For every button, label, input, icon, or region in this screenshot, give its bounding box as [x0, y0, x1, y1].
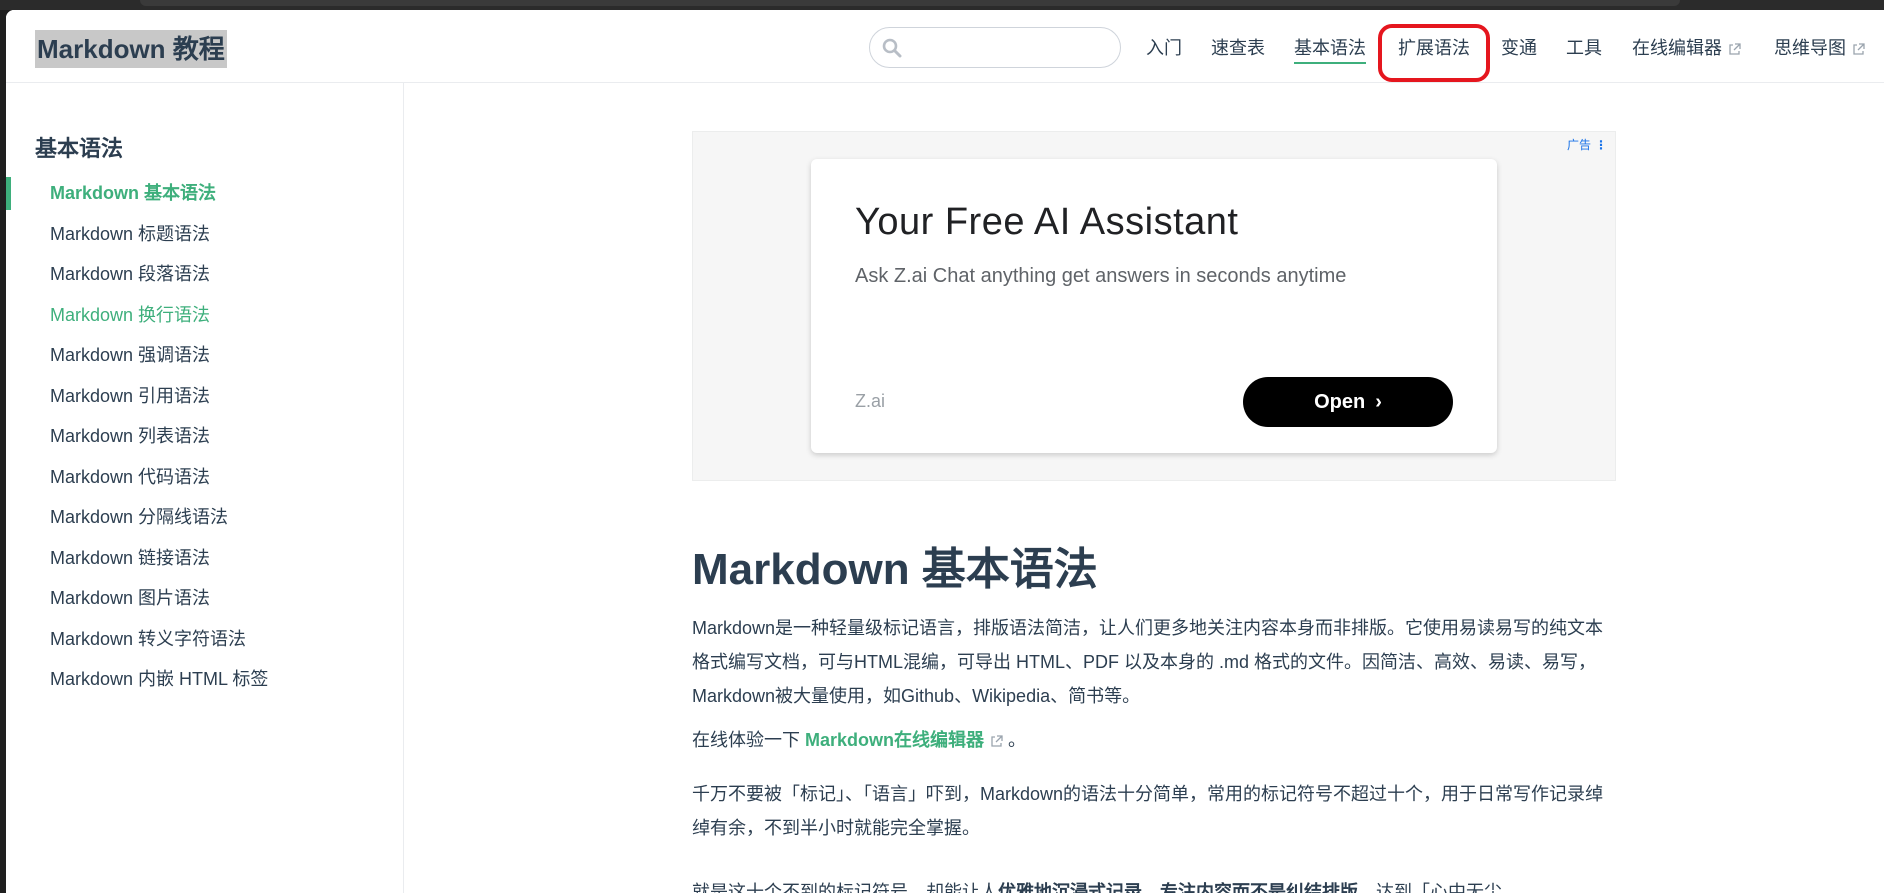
chevron-right-icon: ›	[1375, 391, 1382, 413]
sidebar-item-blockquotes[interactable]: Markdown 引用语法	[6, 376, 404, 417]
search-box[interactable]	[869, 27, 1121, 68]
browser-viewport: Markdown 教程 入门 速查表 基本语法 扩展语法 变通 工具 在线编辑器…	[6, 10, 1884, 893]
ad-brand: Z.ai	[855, 391, 886, 411]
sidebar-item-lists[interactable]: Markdown 列表语法	[6, 416, 404, 457]
main-content: 广告 ⋮ Your Free AI Assistant Ask Z.ai Chat…	[404, 83, 1884, 893]
benefits-suffix: ，达到「心中无尘，	[1358, 882, 1520, 893]
editor-paragraph: 在线体验一下 Markdown在线编辑器 。	[692, 723, 1612, 757]
ad-frame[interactable]: 广告 ⋮ Your Free AI Assistant Ask Z.ai Chat…	[692, 131, 1616, 481]
sidebar-item-escaping[interactable]: Markdown 转义字符语法	[6, 619, 404, 660]
intro-paragraph: Markdown是一种轻量级标记语言，排版语法简洁，让人们更多地关注内容本身而非…	[692, 618, 1604, 706]
browser-address-strip	[140, 0, 1680, 6]
sidebar-item-line-breaks[interactable]: Markdown 换行语法	[6, 295, 404, 336]
editor-paragraph-prefix: 在线体验一下	[692, 730, 806, 750]
ad-description: Ask Z.ai Chat anything get answers in se…	[855, 265, 1347, 287]
page-title: Markdown 基本语法	[692, 545, 1098, 594]
sidebar-item-headings[interactable]: Markdown 标题语法	[6, 214, 404, 255]
annotation-highlight-ring	[1378, 24, 1490, 82]
online-editor-link[interactable]: Markdown在线编辑器	[805, 730, 1003, 750]
editor-paragraph-suffix: 。	[1003, 730, 1027, 750]
ad-card[interactable]: Your Free AI Assistant Ask Z.ai Chat any…	[811, 159, 1497, 453]
nav-item-cheat-sheet[interactable]: 速查表	[1211, 36, 1265, 60]
nav-item-mind-map[interactable]: 思维导图	[1774, 36, 1865, 60]
ad-title: Your Free AI Assistant	[855, 201, 1239, 243]
sidebar-item-basic-syntax[interactable]: Markdown 基本语法	[6, 173, 404, 214]
sidebar: 基本语法 Markdown 基本语法 Markdown 标题语法 Markdow…	[6, 83, 404, 893]
benefits-prefix: 就是这十个不到的标记符号，却能让人	[692, 882, 998, 893]
nav-item-online-editor-label: 在线编辑器	[1632, 38, 1722, 58]
external-link-icon	[991, 735, 1003, 747]
nav-item-hacks[interactable]: 变通	[1501, 36, 1537, 60]
benefits-paragraph: 就是这十个不到的标记符号，却能让人优雅地沉浸式记录，专注内容而不是纠结排版，达到…	[692, 875, 1612, 893]
sidebar-item-horizontal-rules[interactable]: Markdown 分隔线语法	[6, 497, 404, 538]
benefits-bold-1: 优雅地沉浸式记录	[998, 882, 1142, 893]
search-input[interactable]	[910, 34, 1110, 62]
simplicity-paragraph: 千万不要被「标记」、「语言」吓到，Markdown的语法十分简单，常用的标记符号…	[692, 784, 1604, 838]
site-title[interactable]: Markdown 教程	[35, 30, 227, 68]
sidebar-item-html[interactable]: Markdown 内嵌 HTML 标签	[6, 659, 404, 700]
sidebar-list: Markdown 基本语法 Markdown 标题语法 Markdown 段落语…	[6, 173, 404, 700]
nav-item-getting-started[interactable]: 入门	[1146, 36, 1182, 60]
benefits-bold-2: 专注内容而不是纠结排版	[1160, 882, 1358, 893]
sidebar-item-images[interactable]: Markdown 图片语法	[6, 578, 404, 619]
navbar: Markdown 教程 入门 速查表 基本语法 扩展语法 变通 工具 在线编辑器…	[6, 10, 1884, 83]
ad-open-button[interactable]: Open ›	[1243, 377, 1453, 427]
sidebar-item-paragraphs[interactable]: Markdown 段落语法	[6, 254, 404, 295]
sidebar-heading: 基本语法	[35, 136, 124, 161]
nav-item-tools[interactable]: 工具	[1566, 36, 1602, 60]
external-link-icon	[1729, 43, 1741, 55]
ad-open-label: Open	[1314, 391, 1366, 413]
search-icon	[882, 38, 902, 58]
browser-top-strip	[0, 0, 1884, 10]
online-editor-link-label: Markdown在线编辑器	[805, 730, 985, 750]
sidebar-item-code[interactable]: Markdown 代码语法	[6, 457, 404, 498]
sidebar-item-links[interactable]: Markdown 链接语法	[6, 538, 404, 579]
sidebar-item-emphasis[interactable]: Markdown 强调语法	[6, 335, 404, 376]
nav-item-basic-syntax[interactable]: 基本语法	[1294, 36, 1366, 64]
ad-badge[interactable]: 广告 ⋮	[1567, 136, 1607, 153]
nav-item-online-editor[interactable]: 在线编辑器	[1632, 36, 1741, 60]
external-link-icon	[1853, 43, 1865, 55]
ad-badge-label: 广告	[1566, 138, 1591, 152]
nav-item-mind-map-label: 思维导图	[1774, 38, 1846, 58]
more-options-icon: ⋮	[1595, 138, 1607, 152]
benefits-mid: ，	[1142, 882, 1160, 893]
